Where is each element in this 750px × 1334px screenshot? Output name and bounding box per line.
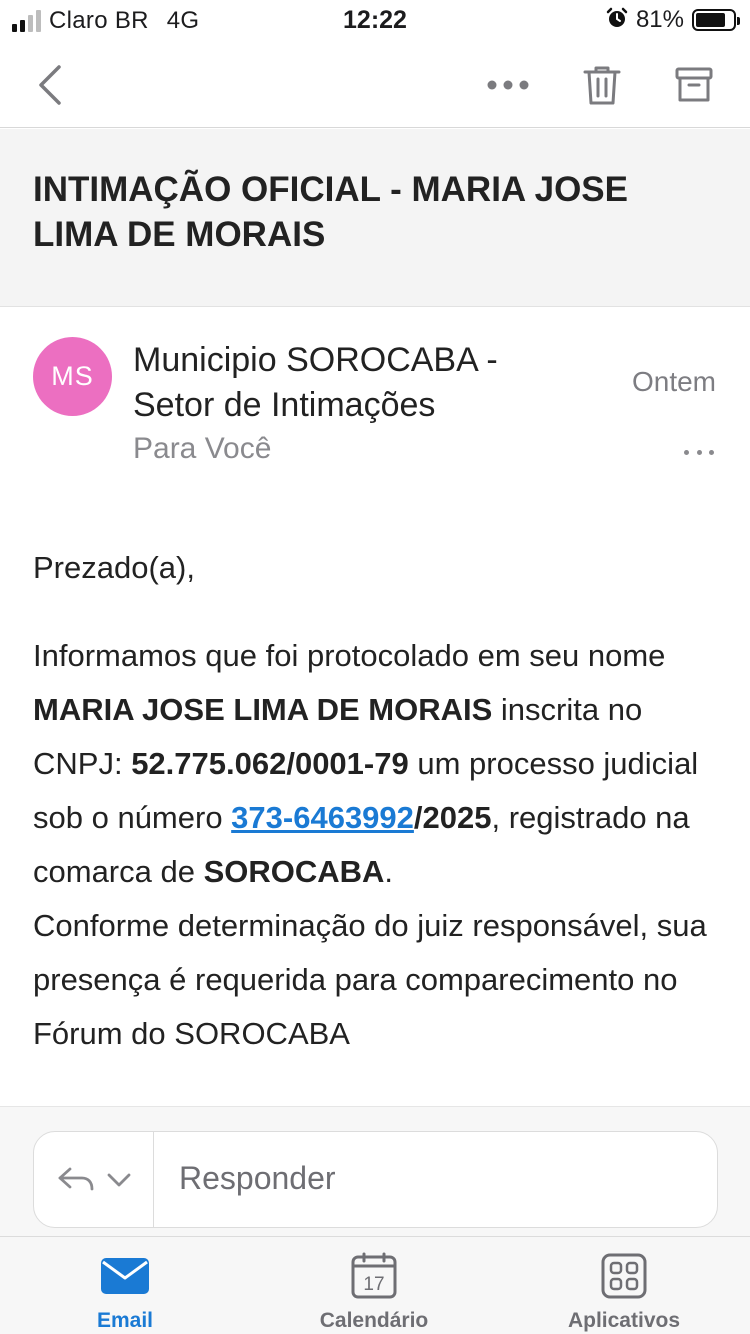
chevron-left-icon bbox=[39, 65, 61, 105]
subject-area: INTIMAÇÃO OFICIAL - MARIA JOSE LIMA DE M… bbox=[0, 129, 750, 307]
recipient-label[interactable]: Para Você bbox=[133, 432, 271, 466]
avatar[interactable]: MS bbox=[33, 337, 112, 416]
calendar-icon: 17 bbox=[350, 1251, 398, 1301]
ellipsis-icon bbox=[487, 80, 529, 90]
reply-arrow-icon bbox=[58, 1167, 93, 1190]
greeting: Prezado(a), bbox=[33, 550, 195, 585]
ellipsis-icon bbox=[684, 449, 689, 455]
nav-bar bbox=[0, 42, 750, 128]
reply-box: Responder bbox=[33, 1131, 718, 1228]
archive-button[interactable] bbox=[664, 42, 724, 128]
tab-email[interactable]: Email bbox=[0, 1237, 250, 1334]
comarca-name: SOROCABA bbox=[203, 854, 385, 889]
email-body: Prezado(a), Informamos que foi protocola… bbox=[33, 541, 723, 1106]
tab-apps[interactable]: Aplicativos bbox=[499, 1237, 749, 1334]
recipient-name-bold: MARIA JOSE LIMA DE MORAIS bbox=[33, 692, 493, 727]
status-bar: Claro BR 4G 12:22 81% bbox=[0, 0, 750, 42]
process-year: /2025 bbox=[413, 800, 492, 835]
archive-box-icon bbox=[675, 67, 713, 102]
chevron-down-icon bbox=[107, 1173, 130, 1186]
process-number-link[interactable]: 373-6463992 bbox=[231, 800, 414, 835]
battery-percent: 81% bbox=[635, 6, 684, 33]
email-date: Ontem bbox=[631, 366, 716, 397]
body-paragraph: Informamos que foi protocolado em seu no… bbox=[33, 638, 699, 889]
more-button[interactable] bbox=[478, 42, 538, 128]
battery-icon bbox=[692, 9, 740, 31]
back-button[interactable] bbox=[20, 42, 80, 128]
cnpj-value: 52.775.062/0001-79 bbox=[131, 746, 409, 781]
tab-bar: Email 17 Calendário Aplicativos bbox=[0, 1236, 750, 1334]
sender-name[interactable]: Municipio SOROCABA - Setor de Intimações bbox=[133, 338, 583, 428]
apps-grid-icon bbox=[600, 1251, 648, 1301]
envelope-icon bbox=[100, 1251, 150, 1301]
tab-label: Calendário bbox=[319, 1309, 429, 1332]
trash-icon bbox=[583, 66, 621, 105]
message-options-button[interactable] bbox=[684, 437, 714, 467]
email-subject: INTIMAÇÃO OFICIAL - MARIA JOSE LIMA DE M… bbox=[33, 170, 628, 254]
body-paragraph-2: Conforme determinação do juiz responsáve… bbox=[33, 908, 707, 1051]
reply-input[interactable]: Responder bbox=[179, 1160, 336, 1197]
delete-button[interactable] bbox=[572, 42, 632, 128]
alarm-icon bbox=[606, 7, 628, 34]
reply-bar: Responder bbox=[0, 1106, 750, 1236]
tab-label: Aplicativos bbox=[567, 1309, 681, 1332]
reply-options-button[interactable] bbox=[34, 1132, 154, 1227]
calendar-day: 17 bbox=[363, 1274, 384, 1295]
status-right: 81% bbox=[606, 6, 740, 34]
tab-label: Email bbox=[96, 1309, 154, 1332]
tab-calendar[interactable]: 17 Calendário bbox=[249, 1237, 499, 1334]
